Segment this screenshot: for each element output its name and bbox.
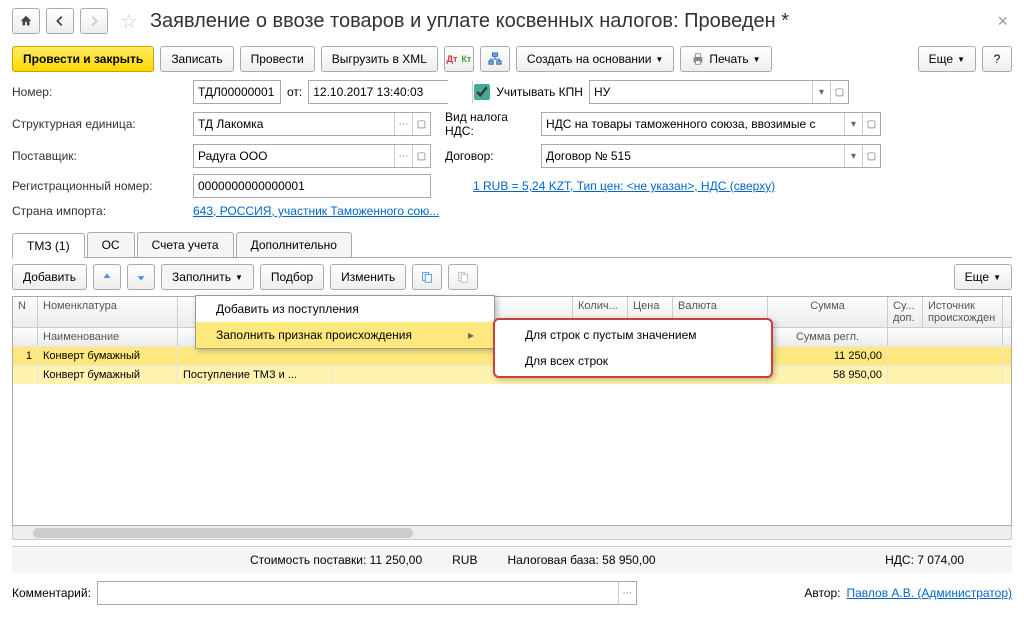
number-label: Номер: [12, 85, 187, 99]
kpn-label: Учитывать КПН [496, 85, 583, 99]
move-down-button[interactable] [127, 264, 155, 290]
from-label: от: [287, 85, 302, 99]
nu-input[interactable] [590, 81, 812, 103]
paste-button[interactable] [448, 264, 478, 290]
move-up-button[interactable] [93, 264, 121, 290]
open-icon[interactable]: ▢ [862, 145, 880, 167]
copy-button[interactable] [412, 264, 442, 290]
export-xml-button[interactable]: Выгрузить в XML [321, 46, 438, 72]
tab-tmz[interactable]: ТМЗ (1) [12, 233, 85, 258]
date-input[interactable] [309, 81, 472, 103]
supplier-input[interactable] [194, 145, 394, 167]
contract-input[interactable] [542, 145, 844, 167]
post-close-button[interactable]: Провести и закрыть [12, 46, 154, 72]
back-button[interactable] [46, 8, 74, 34]
horizontal-scrollbar[interactable] [12, 526, 1012, 540]
home-button[interactable] [12, 8, 40, 34]
post-button[interactable]: Провести [240, 46, 315, 72]
create-based-button[interactable]: Создать на основании ▼ [516, 46, 674, 72]
close-icon[interactable]: × [997, 11, 1008, 32]
edit-button[interactable]: Изменить [330, 264, 406, 290]
comment-label: Комментарий: [12, 586, 91, 600]
save-button[interactable]: Записать [160, 46, 233, 72]
page-title: Заявление о ввозе товаров и уплате косве… [150, 10, 992, 33]
favorite-icon[interactable]: ☆ [120, 9, 138, 34]
grid-more-button[interactable]: Еще ▼ [954, 264, 1012, 290]
tax-label: Вид налога НДС: [437, 110, 535, 138]
tax-input[interactable] [542, 113, 844, 135]
submenu-all-rows[interactable]: Для всех строк [495, 348, 771, 374]
tab-os[interactable]: ОС [87, 232, 135, 257]
fill-origin-submenu: Для строк с пустым значением Для всех ст… [493, 318, 773, 378]
number-input[interactable] [193, 80, 281, 104]
supplier-label: Поставщик: [12, 149, 187, 163]
open-icon[interactable]: ▢ [862, 113, 880, 135]
open-icon[interactable]: ▢ [412, 113, 430, 135]
ellipsis-icon[interactable]: ⋯ [394, 113, 412, 135]
menu-fill-origin[interactable]: Заполнить признак происхождения▸ [196, 322, 494, 348]
reg-input[interactable] [193, 174, 431, 198]
forward-button[interactable] [80, 8, 108, 34]
dropdown-icon[interactable]: ▾ [844, 113, 862, 135]
unit-input[interactable] [194, 113, 394, 135]
author-link[interactable]: Павлов А.В. (Администратор) [847, 586, 1013, 600]
dt-kt-button[interactable]: ДтКт [444, 46, 474, 72]
country-label: Страна импорта: [12, 204, 187, 218]
menu-add-from[interactable]: Добавить из поступления [196, 296, 494, 322]
dropdown-icon[interactable]: ▾ [844, 145, 862, 167]
reg-label: Регистрационный номер: [12, 179, 187, 193]
rate-link[interactable]: 1 RUB = 5,24 KZT, Тип цен: <не указан>, … [473, 179, 775, 193]
kpn-checkbox[interactable] [474, 84, 490, 100]
author-label: Автор: [804, 586, 840, 600]
dropdown-icon[interactable]: ▾ [812, 81, 830, 103]
help-button[interactable]: ? [982, 46, 1012, 72]
fill-dropdown-menu: Добавить из поступления Заполнить призна… [195, 295, 495, 349]
ellipsis-icon[interactable]: ⋯ [618, 582, 636, 604]
more-button[interactable]: Еще ▼ [918, 46, 976, 72]
open-icon[interactable]: ▢ [412, 145, 430, 167]
open-icon[interactable]: ▢ [830, 81, 848, 103]
contract-label: Договор: [437, 149, 535, 163]
ellipsis-icon[interactable]: ⋯ [394, 145, 412, 167]
unit-label: Структурная единица: [12, 117, 187, 131]
print-button[interactable]: Печать ▼ [680, 46, 771, 72]
tab-additional[interactable]: Дополнительно [236, 232, 352, 257]
submenu-empty-rows[interactable]: Для строк с пустым значением [495, 322, 771, 348]
country-link[interactable]: 643, РОССИЯ, участник Таможенного сою... [193, 204, 439, 218]
structure-button[interactable] [480, 46, 510, 72]
add-button[interactable]: Добавить [12, 264, 87, 290]
totals-footer: Стоимость поставки: 11 250,00 RUB Налого… [12, 546, 1012, 573]
chevron-right-icon: ▸ [468, 328, 474, 342]
comment-input[interactable] [98, 582, 618, 604]
tab-accounts[interactable]: Счета учета [137, 232, 234, 257]
fill-button[interactable]: Заполнить ▼ [161, 264, 254, 290]
pick-button[interactable]: Подбор [260, 264, 324, 290]
